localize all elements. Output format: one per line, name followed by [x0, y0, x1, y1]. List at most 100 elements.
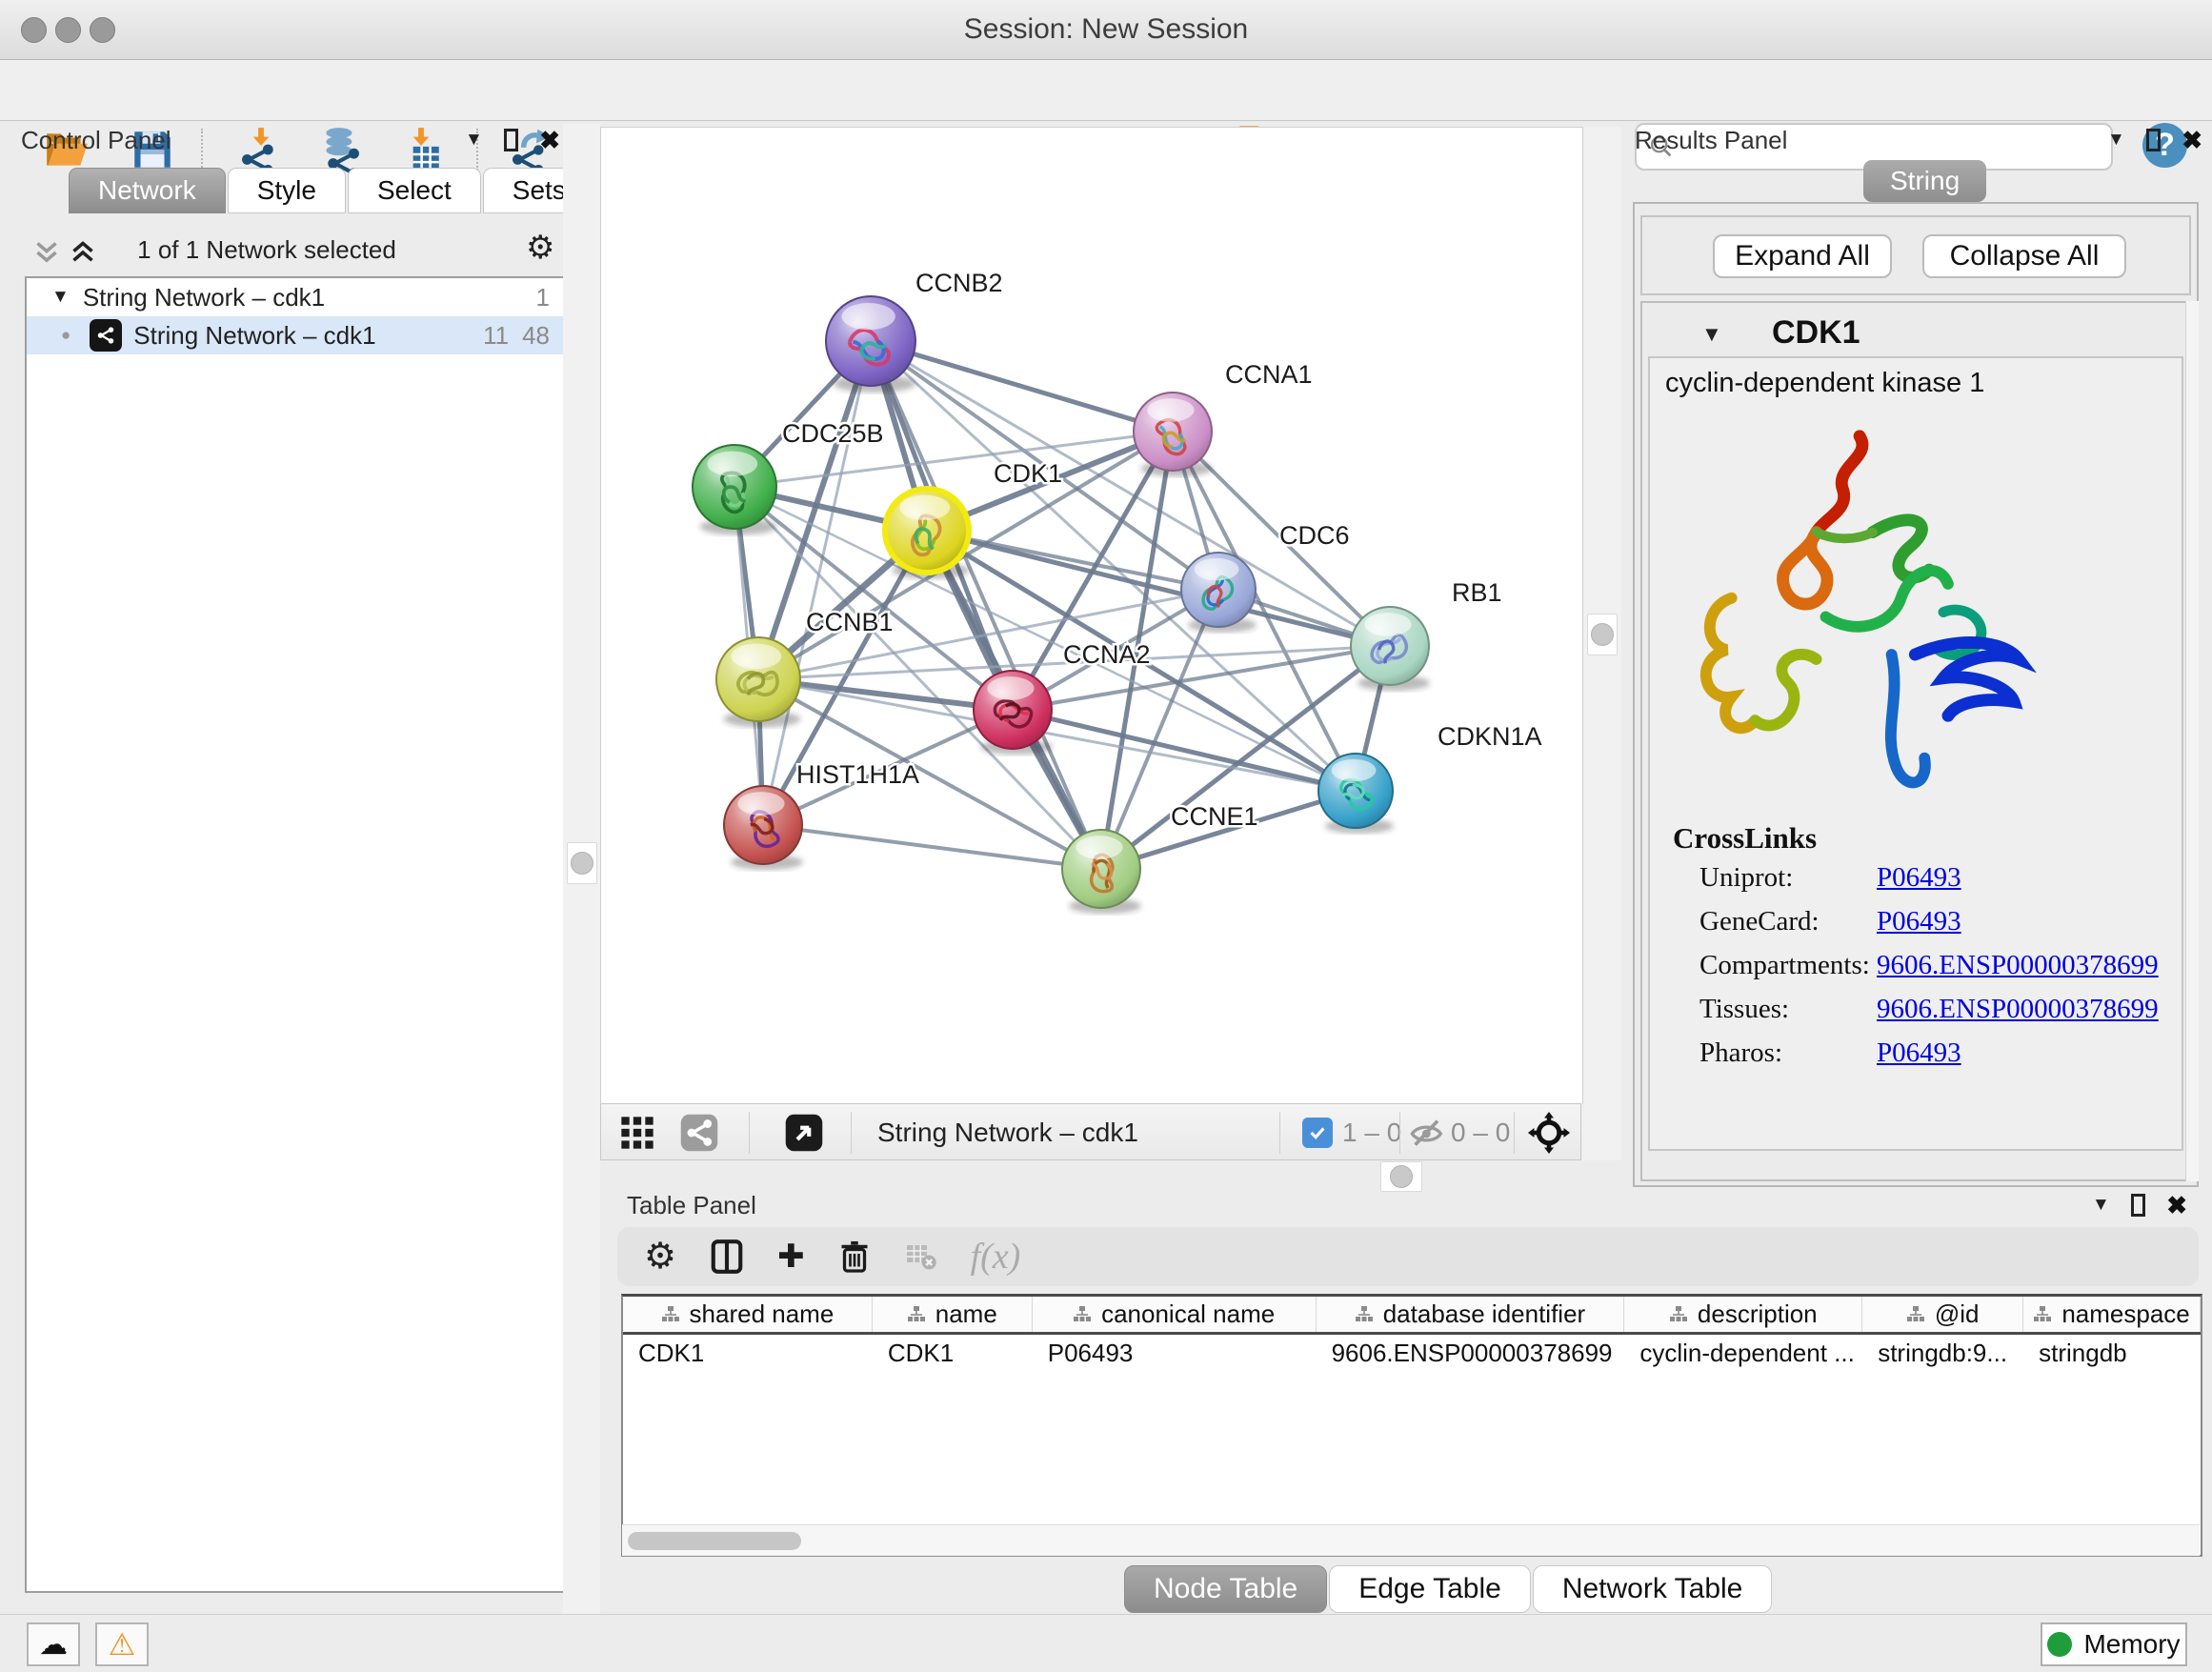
tab-network-table[interactable]: Network Table — [1533, 1565, 1773, 1613]
gene-collapse-icon[interactable]: ▼ — [1701, 322, 1722, 347]
table-row[interactable]: CDK1CDK1P064939606.ENSP00000378699cyclin… — [623, 1335, 2201, 1371]
crosslink-link[interactable]: 9606.ENSP00000378699 — [1877, 950, 2159, 981]
cell-description[interactable]: cyclin-dependent ... — [1624, 1335, 1862, 1371]
cell-namespace[interactable]: stringdb — [2023, 1335, 2201, 1371]
control-panel-float-icon[interactable] — [504, 129, 518, 151]
crosslink-link[interactable]: P06493 — [1877, 906, 1961, 937]
cloud-status-button[interactable]: ☁ — [27, 1622, 80, 1666]
memory-label: Memory — [2083, 1629, 2180, 1660]
results-panel-title: Results Panel — [1635, 126, 1787, 155]
network-node-count: 11 — [483, 321, 509, 351]
results-panel-float-icon[interactable] — [2146, 129, 2161, 151]
table-horizontal-scrollbar[interactable] — [622, 1524, 2200, 1556]
results-panel-menu-icon[interactable]: ▼ — [2107, 130, 2125, 151]
column-header--id[interactable]: @id — [1862, 1297, 2023, 1332]
selected-checkbox-icon[interactable] — [1302, 1118, 1333, 1148]
network-list: ▼ String Network – cdk1 1 ● String Netwo… — [25, 276, 565, 1593]
splitter-handle[interactable] — [567, 842, 597, 884]
cell--id[interactable]: stringdb:9... — [1862, 1335, 2023, 1371]
column-header-name[interactable]: name — [873, 1297, 1033, 1332]
column-type-icon — [907, 1305, 926, 1324]
tab-network[interactable]: Network — [69, 168, 226, 213]
detach-view-icon[interactable] — [784, 1113, 824, 1153]
network-view-title: String Network – cdk1 — [877, 1118, 1138, 1148]
crosslink-label: Pharos: — [1699, 1037, 1877, 1069]
horizontal-splitter-handle[interactable] — [1380, 1161, 1422, 1192]
network-edge-count: 48 — [522, 321, 550, 351]
hidden-eye-icon[interactable] — [1409, 1115, 1447, 1153]
column-header-database-identifier[interactable]: database identifier — [1317, 1297, 1625, 1332]
column-type-icon — [1073, 1305, 1092, 1324]
crosslink-label: Tissues: — [1699, 994, 1877, 1025]
column-type-icon — [2033, 1305, 2052, 1324]
footer-separator — [1279, 1112, 1280, 1154]
results-scrollbar[interactable] — [2185, 301, 2199, 1181]
crosslinks-heading: CrossLinks — [1673, 821, 1817, 856]
table-options-gear-icon[interactable]: ⚙ — [644, 1239, 676, 1275]
birdseye-icon[interactable] — [1527, 1111, 1571, 1155]
scrollbar-thumb[interactable] — [628, 1532, 801, 1550]
warning-status-button[interactable]: ⚠ — [95, 1622, 149, 1666]
splitter-handle[interactable] — [1587, 614, 1618, 655]
column-header-namespace[interactable]: namespace — [2023, 1297, 2201, 1332]
network-options-gear-icon[interactable]: ⚙ — [526, 232, 554, 264]
network-edge[interactable] — [871, 341, 1101, 869]
cell-shared-name[interactable]: CDK1 — [623, 1335, 873, 1371]
protein-structure-image — [1673, 419, 2054, 815]
collapse-all-button[interactable]: Collapse All — [1922, 234, 2126, 278]
node-label-ccnb1: CCNB1 — [806, 608, 894, 636]
column-header-canonical-name[interactable]: canonical name — [1033, 1297, 1317, 1332]
control-panel-close-icon[interactable]: ✖ — [539, 128, 560, 152]
gene-description: cyclin-dependent kinase 1 — [1665, 368, 1984, 399]
node-label-cdc6: CDC6 — [1279, 521, 1350, 550]
results-panel-close-icon[interactable]: ✖ — [2182, 128, 2202, 152]
tab-select[interactable]: Select — [348, 168, 481, 213]
node-label-hist1h1a: HIST1H1A — [796, 760, 919, 789]
column-type-icon — [1669, 1305, 1688, 1324]
node-table[interactable]: shared namenamecanonical namedatabase id… — [621, 1294, 2202, 1557]
cell-database-identifier[interactable]: 9606.ENSP00000378699 — [1317, 1335, 1625, 1371]
cell-name[interactable]: CDK1 — [873, 1335, 1033, 1371]
column-type-icon — [1906, 1305, 1925, 1324]
crosslink-link[interactable]: 9606.ENSP00000378699 — [1877, 994, 2159, 1025]
expand-all-button[interactable]: Expand All — [1713, 234, 1892, 278]
function-builder-icon: f(x) — [971, 1236, 1021, 1278]
add-column-icon[interactable]: ✚ — [777, 1238, 805, 1276]
crosslink-label: Uniprot: — [1699, 862, 1877, 894]
table-panel-menu-icon[interactable]: ▼ — [2092, 1195, 2110, 1216]
memory-button[interactable]: Memory — [2041, 1622, 2187, 1666]
delete-table-icon — [904, 1239, 938, 1274]
column-header-shared-name[interactable]: shared name — [623, 1297, 873, 1332]
network-edge[interactable] — [763, 825, 1101, 869]
show-columns-icon[interactable] — [709, 1239, 745, 1275]
grid-view-icon[interactable] — [618, 1114, 656, 1152]
network-group-row[interactable]: ▼ String Network – cdk1 1 — [27, 278, 563, 316]
crosslink-link[interactable]: P06493 — [1877, 1037, 1961, 1069]
table-panel-float-icon[interactable] — [2131, 1194, 2145, 1217]
tab-string[interactable]: String — [1863, 160, 1986, 202]
network-selected-status: 1 of 1 Network selected — [57, 235, 476, 265]
tab-edge-table[interactable]: Edge Table — [1329, 1565, 1531, 1613]
tab-style[interactable]: Style — [228, 168, 346, 213]
footer-separator — [749, 1112, 750, 1154]
tab-node-table[interactable]: Node Table — [1124, 1565, 1327, 1613]
node-label-ccna2: CCNA2 — [1063, 640, 1151, 669]
delete-column-icon[interactable] — [837, 1239, 872, 1275]
network-canvas[interactable]: CCNB2CCNA1CDC25BCDK1CDC6RB1CCNB1CCNA2CDK… — [600, 127, 1583, 1104]
network-item-row[interactable]: ● String Network – cdk1 11 48 — [27, 316, 563, 354]
network-edge[interactable] — [1013, 710, 1356, 791]
hidden-count: 0 – 0 — [1451, 1118, 1510, 1148]
network-edge[interactable] — [871, 341, 1173, 432]
column-header-description[interactable]: description — [1624, 1297, 1862, 1332]
control-panel-title: Control Panel — [21, 126, 171, 155]
table-panel-title: Table Panel — [627, 1191, 756, 1220]
control-panel-menu-icon[interactable]: ▼ — [465, 130, 483, 151]
table-tabs: Node TableEdge TableNetwork Table — [1124, 1565, 1774, 1613]
collapse-triangle-icon[interactable]: ▼ — [51, 287, 70, 308]
selected-count: 1 – 0 — [1342, 1118, 1401, 1148]
cell-canonical-name[interactable]: P06493 — [1033, 1335, 1317, 1371]
share-view-icon[interactable] — [679, 1113, 719, 1153]
column-type-icon — [1355, 1305, 1374, 1324]
crosslink-link[interactable]: P06493 — [1877, 862, 1961, 894]
table-panel-close-icon[interactable]: ✖ — [2166, 1193, 2187, 1218]
